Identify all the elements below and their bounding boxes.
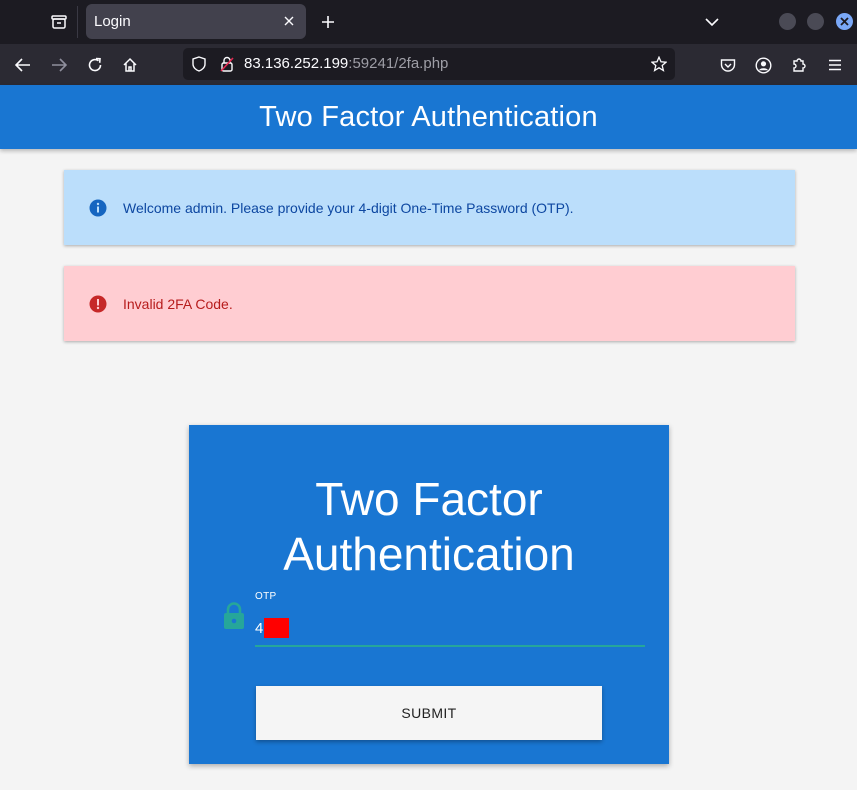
error-alert: Invalid 2FA Code.: [64, 266, 795, 341]
url-path: :59241/2fa.php: [348, 55, 449, 72]
browser-tab-bar: Login: [0, 0, 857, 44]
otp-label: OTP: [255, 591, 277, 602]
otp-input[interactable]: 4: [255, 611, 645, 647]
card-title: Two Factor Authentication: [283, 473, 575, 580]
window-close-button[interactable]: [836, 13, 853, 30]
home-icon[interactable]: [117, 52, 143, 78]
address-bar[interactable]: 83.136.252.199:59241/2fa.php: [183, 48, 675, 80]
plus-icon[interactable]: [316, 10, 340, 34]
submit-button[interactable]: SUBMIT: [256, 686, 602, 740]
app-header: Two Factor Authentication: [0, 85, 857, 149]
menu-icon[interactable]: [822, 52, 848, 78]
account-icon[interactable]: [750, 52, 776, 78]
chevron-down-icon[interactable]: [700, 10, 724, 34]
lock-icon[interactable]: [217, 54, 237, 74]
minimize-button[interactable]: [779, 13, 796, 30]
extensions-icon[interactable]: [786, 52, 812, 78]
browser-nav-bar: 83.136.252.199:59241/2fa.php: [0, 44, 857, 85]
page-title: Two Factor Authentication: [259, 100, 598, 133]
forward-icon[interactable]: [46, 52, 72, 78]
error-message: Invalid 2FA Code.: [123, 295, 233, 312]
url-text[interactable]: 83.136.252.199:59241/2fa.php: [244, 55, 448, 72]
redaction-box: [264, 618, 290, 638]
tab-list-icon[interactable]: [40, 6, 78, 38]
info-alert: Welcome admin. Please provide your 4-dig…: [64, 170, 795, 245]
maximize-button[interactable]: [807, 13, 824, 30]
lock-icon: [222, 602, 246, 630]
pocket-icon[interactable]: [715, 52, 741, 78]
shield-icon[interactable]: [189, 54, 209, 74]
reload-icon[interactable]: [82, 52, 108, 78]
error-icon: [89, 295, 107, 313]
back-icon[interactable]: [10, 52, 36, 78]
url-host: 83.136.252.199: [244, 55, 349, 72]
otp-card: Two Factor Authentication OTP 4 SUBMIT: [189, 425, 669, 764]
otp-value: 4: [255, 619, 264, 637]
browser-tab[interactable]: Login: [86, 4, 306, 39]
tab-title: Login: [94, 13, 131, 30]
info-icon: [89, 199, 107, 217]
info-message: Welcome admin. Please provide your 4-dig…: [123, 199, 574, 216]
close-icon[interactable]: [280, 12, 298, 30]
star-icon[interactable]: [649, 54, 669, 74]
